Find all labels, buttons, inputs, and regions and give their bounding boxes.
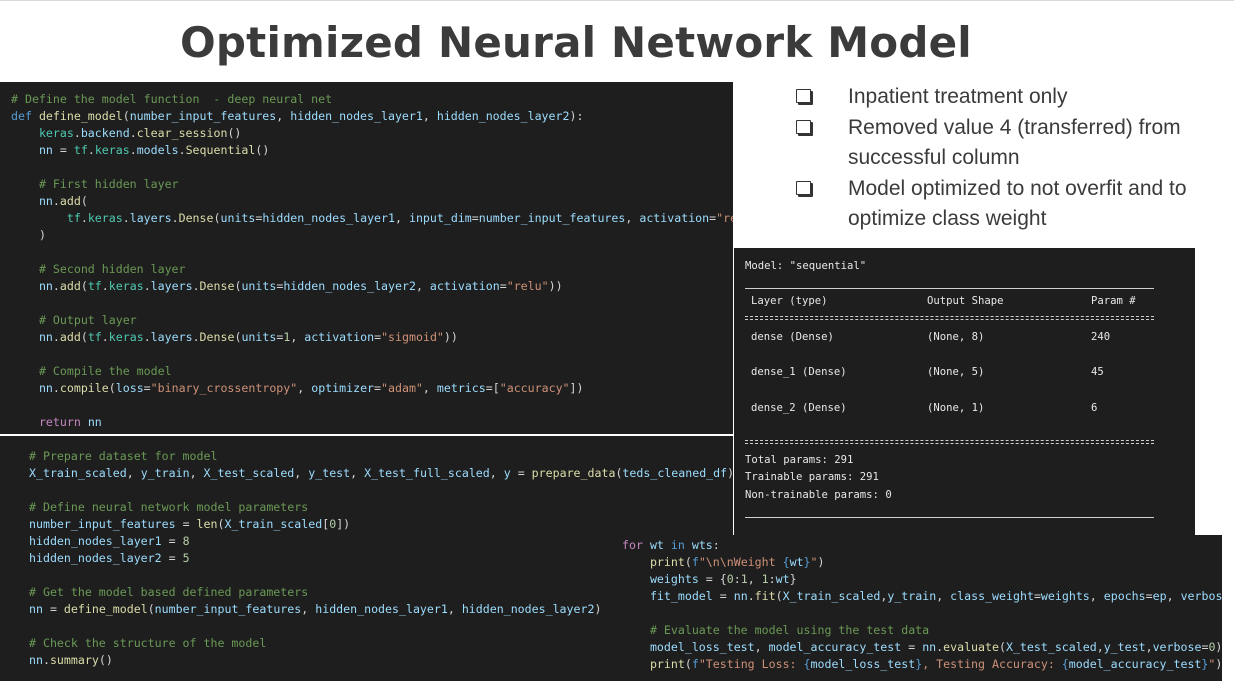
code-block-define-model: # Define the model function - deep neura…	[0, 82, 733, 434]
code-line: def define_model(number_input_features, …	[11, 109, 584, 123]
code-block-training-loop: for wt in wts: print(f"\n\nWeight {wt}")…	[619, 535, 1222, 681]
code-line: nn.compile(loss="binary_crossentropy", o…	[38, 381, 584, 395]
total-params: Total params: 291	[745, 454, 854, 466]
checkbox-icon	[796, 119, 811, 134]
top-border	[0, 0, 1234, 1]
code-line: model_loss_test, model_accuracy_test = n…	[649, 640, 1222, 654]
summary-rule	[745, 288, 1154, 289]
row-shape: (None, 8)	[927, 331, 985, 343]
code-line: tf.keras.layers.Dense(units=hidden_nodes…	[66, 211, 733, 225]
model-name-line: Model: "sequential"	[745, 260, 867, 272]
code-line: # Evaluate the model using the test data	[649, 623, 930, 637]
non-trainable-params: Non-trainable params: 0	[745, 489, 892, 501]
header-param-count: Param #	[1091, 295, 1136, 307]
summary-double-rule	[745, 440, 1154, 444]
row-layer: dense (Dense)	[751, 331, 834, 343]
bullet-item: Removed value 4 (transferred) from succe…	[796, 113, 1216, 174]
trainable-params: Trainable params: 291	[745, 471, 879, 483]
header-output-shape: Output Shape	[927, 295, 1004, 307]
code-line: print(f"Testing Loss: {model_loss_test},…	[649, 657, 1222, 671]
row-layer: dense_2 (Dense)	[751, 402, 847, 414]
row-params: 240	[1091, 331, 1111, 343]
code-line: nn.add(tf.keras.layers.Dense(units=hidde…	[38, 279, 563, 293]
code-line: return nn	[38, 415, 102, 429]
bullet-text: Inpatient treatment only	[848, 85, 1068, 108]
bullet-list: Inpatient treatment only Removed value 4…	[796, 82, 1216, 235]
bullet-item: Inpatient treatment only	[796, 82, 1216, 113]
code-line: # Second hidden layer	[38, 262, 186, 276]
code-line: nn.add(tf.keras.layers.Dense(units=1, ac…	[38, 330, 458, 344]
code-line: X_train_scaled, y_train, X_test_scaled, …	[29, 466, 733, 480]
checkbox-icon	[796, 180, 811, 195]
code-line: number_input_features = len(X_train_scal…	[29, 517, 351, 531]
code-line: # Output layer	[38, 313, 137, 327]
code-line: # Compile the model	[38, 364, 172, 378]
checkbox-icon	[796, 89, 811, 103]
code-line: # Prepare dataset for model	[29, 449, 218, 463]
code-line: nn = tf.keras.models.Sequential()	[38, 143, 270, 157]
bullet-item: Model optimized to not overfit and to op…	[796, 174, 1216, 235]
row-shape: (None, 5)	[927, 366, 985, 378]
row-params: 45	[1091, 366, 1104, 378]
code-line: fit_model = nn.fit(X_train_scaled,y_trai…	[649, 589, 1222, 603]
code-line: # Define the model function - deep neura…	[11, 92, 333, 106]
model-summary-output: Model: "sequential" Layer (type) Output …	[734, 248, 1195, 536]
header-layer-type: Layer (type)	[751, 295, 828, 307]
code-line: nn.add(	[38, 194, 88, 208]
row-params: 6	[1091, 402, 1098, 414]
code-line: )	[38, 228, 46, 242]
code-line: for wt in wts:	[622, 538, 720, 552]
bullet-text: Model optimized to not overfit and to op…	[848, 176, 1187, 231]
row-shape: (None, 1)	[927, 402, 985, 414]
row-layer: dense_1 (Dense)	[751, 366, 847, 378]
bullet-text: Removed value 4 (transferred) from succe…	[848, 115, 1181, 170]
code-line: # Define neural network model parameters	[29, 500, 309, 514]
code-line: # First hidden layer	[38, 177, 179, 191]
slide-title: Optimized Neural Network Model	[180, 18, 972, 67]
summary-double-rule	[745, 316, 1154, 320]
code-line: print(f"\n\nWeight {wt}")	[649, 555, 825, 569]
code-line: keras.backend.clear_session()	[38, 126, 242, 140]
summary-rule	[745, 517, 1154, 518]
code-line: weights = {0:1, 1:wt}	[649, 572, 797, 586]
